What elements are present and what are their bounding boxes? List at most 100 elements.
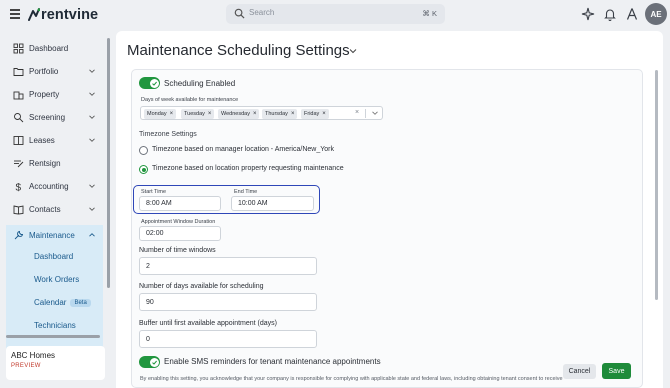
company-switcher[interactable]: ABC Homes PREVIEW (6, 346, 105, 380)
main-scrollbar[interactable] (655, 70, 658, 300)
day-chip[interactable]: Friday × (301, 109, 329, 119)
chevron-down-icon[interactable] (349, 47, 357, 55)
num-windows-value: 2 (146, 262, 150, 270)
sidebar-subitem-technicians[interactable]: Technicians (34, 321, 76, 330)
page-title: Maintenance Scheduling Settings (127, 42, 350, 59)
tz-manager-radio[interactable] (139, 146, 148, 155)
sidebar-item-maintenance[interactable]: Maintenance (6, 225, 103, 245)
check-icon (152, 360, 157, 365)
remove-icon[interactable]: × (208, 111, 212, 117)
sidebar-subitem-work-orders[interactable]: Work Orders (34, 275, 79, 284)
day-chip-label: Thursday (265, 111, 288, 117)
brand-logo[interactable]: rentvine (28, 6, 98, 24)
wrench-icon (14, 230, 24, 239)
sidebar-item-label: Accounting (29, 181, 69, 191)
num-windows-field[interactable]: 2 (139, 257, 317, 275)
sidebar-item-label: Property (29, 89, 60, 99)
avatar[interactable]: AE (645, 3, 667, 25)
buffer-label: Buffer until first available appointment… (139, 320, 277, 327)
user-switch-icon[interactable] (625, 7, 639, 21)
chevron-down-icon (89, 138, 95, 142)
sidebar: Dashboard Portfolio Property Screening L… (0, 30, 110, 388)
buffer-field[interactable]: 0 (139, 330, 317, 348)
calendar-label: Calendar (34, 298, 67, 307)
start-time-field[interactable]: 8:00 AM (139, 196, 221, 211)
sms-reminders-toggle[interactable] (139, 356, 160, 368)
clear-icon[interactable]: × (355, 109, 359, 116)
rentvine-logo-icon (28, 8, 40, 21)
bell-icon[interactable] (603, 7, 617, 21)
days-label: Days of week available for maintenance (141, 97, 239, 103)
tz-manager-label: Timezone based on manager location - Ame… (152, 146, 334, 153)
window-duration-field[interactable]: 02:00 (139, 226, 221, 241)
day-chip[interactable]: Tuesday × (181, 109, 215, 119)
scheduling-enabled-label: Scheduling Enabled (164, 79, 236, 88)
divider (365, 109, 366, 118)
sidebar-item-rentsign[interactable]: Rentsign (6, 153, 103, 173)
sidebar-item-label: Portfolio (29, 66, 59, 76)
end-time-label: End Time (234, 189, 258, 195)
end-time-field[interactable]: 10:00 AM (231, 196, 314, 211)
num-days-field[interactable]: 90 (139, 293, 317, 311)
sidebar-item-portfolio[interactable]: Portfolio (6, 61, 103, 81)
sidebar-scrollbar-vertical[interactable] (107, 38, 110, 288)
search-shortcut: ⌘ K (422, 9, 437, 18)
sidebar-item-label: Leases (29, 135, 55, 145)
sidebar-item-dashboard[interactable]: Dashboard (6, 38, 103, 58)
menu-icon[interactable] (10, 9, 20, 19)
chevron-down-icon[interactable] (372, 110, 378, 116)
beta-badge: Beta (70, 298, 91, 307)
company-name: ABC Homes (11, 351, 56, 360)
sidebar-subitem-calendar[interactable]: Calendar Beta (34, 298, 91, 307)
screening-icon (14, 112, 24, 122)
sparkle-icon[interactable] (581, 7, 595, 21)
day-chip-label: Tuesday (184, 111, 205, 117)
remove-icon[interactable]: × (253, 111, 257, 117)
chevron-down-icon (89, 115, 95, 119)
window-duration-value: 02:00 (146, 230, 164, 237)
leases-icon (13, 135, 24, 145)
sidebar-subitem-dashboard[interactable]: Dashboard (34, 252, 73, 261)
sidebar-scrollbar-horizontal[interactable] (6, 335, 100, 338)
sidebar-item-leases[interactable]: Leases (6, 130, 103, 150)
sidebar-item-accounting[interactable]: $ Accounting (6, 176, 103, 196)
remove-icon[interactable]: × (291, 111, 295, 117)
day-chip-label: Wednesday (221, 111, 250, 117)
window-duration-label: Appointment Window Duration (141, 219, 216, 225)
property-icon (13, 91, 24, 99)
day-chip-label: Monday (147, 111, 167, 117)
sidebar-item-screening[interactable]: Screening (6, 107, 103, 127)
rentsign-icon (14, 160, 24, 167)
sidebar-item-property[interactable]: Property (6, 84, 103, 104)
num-windows-label: Number of time windows (139, 247, 216, 254)
search-bar[interactable]: Search ⌘ K (226, 4, 445, 24)
days-multiselect[interactable]: Monday × Tuesday × Wednesday × Thursday × Fr… (140, 106, 383, 120)
sidebar-item-label: Contacts (29, 204, 61, 214)
timezone-section-title: Timezone Settings (139, 131, 197, 138)
scheduling-enabled-toggle[interactable] (139, 77, 160, 89)
dashboard-icon (13, 43, 24, 53)
tz-property-label: Timezone based on location property requ… (152, 165, 344, 172)
check-icon (152, 81, 157, 86)
company-preview-tag: PREVIEW (11, 363, 41, 369)
chevron-down-icon (89, 207, 95, 211)
remove-icon[interactable]: × (322, 111, 326, 117)
day-chip[interactable]: Monday × (144, 109, 177, 119)
sidebar-item-label: Rentsign (29, 158, 61, 168)
save-button[interactable]: Save (602, 363, 631, 379)
num-days-value: 90 (146, 298, 154, 306)
cancel-button[interactable]: Cancel (563, 364, 596, 379)
remove-icon[interactable]: × (170, 111, 174, 117)
end-time-value: 10:00 AM (238, 200, 268, 207)
num-days-label: Number of days available for scheduling (139, 283, 264, 290)
day-chip-label: Friday (304, 111, 320, 117)
sms-reminders-label: Enable SMS reminders for tenant maintena… (164, 357, 381, 366)
sidebar-item-contacts[interactable]: Contacts (6, 199, 103, 219)
tz-property-radio[interactable] (139, 165, 148, 174)
day-chip[interactable]: Thursday × (262, 109, 298, 119)
search-icon (234, 8, 245, 19)
buffer-value: 0 (146, 335, 150, 343)
day-chip[interactable]: Wednesday × (218, 109, 260, 119)
sidebar-item-label: Screening (29, 112, 66, 122)
svg-text:$: $ (16, 182, 22, 192)
